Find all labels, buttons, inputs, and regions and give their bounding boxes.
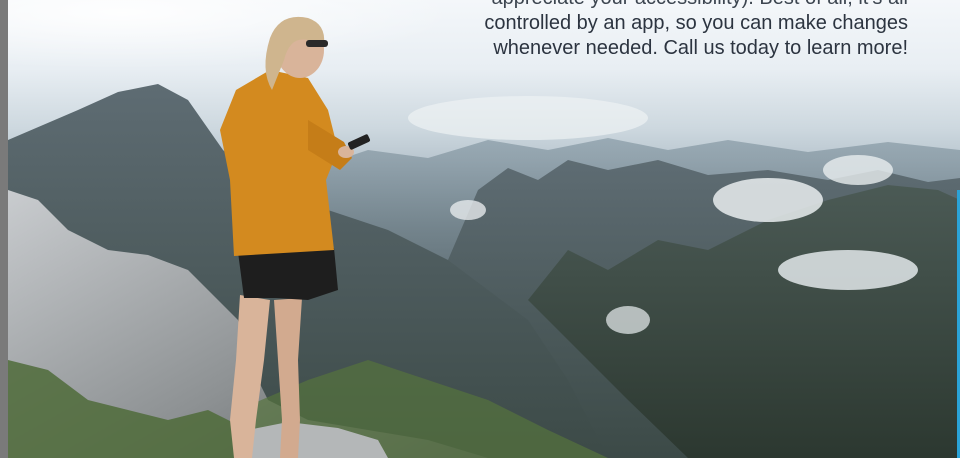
cloud [823, 155, 893, 185]
left-border [0, 0, 8, 458]
mountain-scene [8, 0, 960, 458]
caption-line: whenever needed. Call us today to learn … [493, 37, 908, 59]
caption-line: controlled by an app, so you can make ch… [484, 12, 908, 34]
cloud [778, 250, 918, 290]
cloud [713, 178, 823, 222]
cloud [408, 96, 648, 140]
cloud [606, 306, 650, 334]
hero-caption: appreciate your accessibility). Best of … [388, 0, 908, 61]
page-frame: appreciate your accessibility). Best of … [0, 0, 960, 458]
caption-line: appreciate your accessibility). Best of … [388, 0, 908, 11]
cloud [450, 200, 486, 220]
hero-image: appreciate your accessibility). Best of … [8, 0, 960, 458]
